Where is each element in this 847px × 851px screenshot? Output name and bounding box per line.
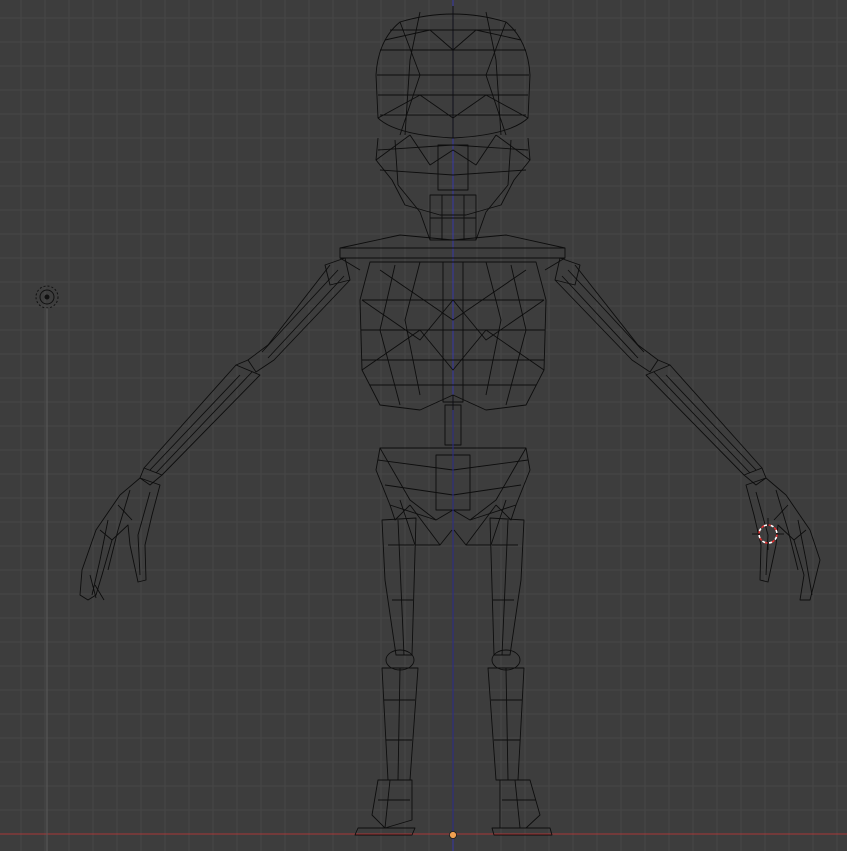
- right-arm-wireframe: [554, 264, 767, 486]
- left-arm-wireframe: [139, 264, 351, 486]
- 3d-viewport[interactable]: [0, 0, 847, 851]
- viewport-canvas[interactable]: [0, 0, 847, 851]
- skull-wireframe: [375, 6, 531, 139]
- lamp-object[interactable]: [35, 285, 59, 851]
- left-hand-wireframe: [79, 477, 161, 601]
- origin-dot[interactable]: [449, 831, 457, 839]
- left-leg-wireframe: [354, 517, 419, 836]
- right-hand-wireframe: [745, 477, 821, 601]
- skeleton-mesh-wireframe[interactable]: [79, 6, 821, 836]
- right-leg-wireframe: [487, 517, 553, 836]
- floor-grid: [0, 0, 847, 851]
